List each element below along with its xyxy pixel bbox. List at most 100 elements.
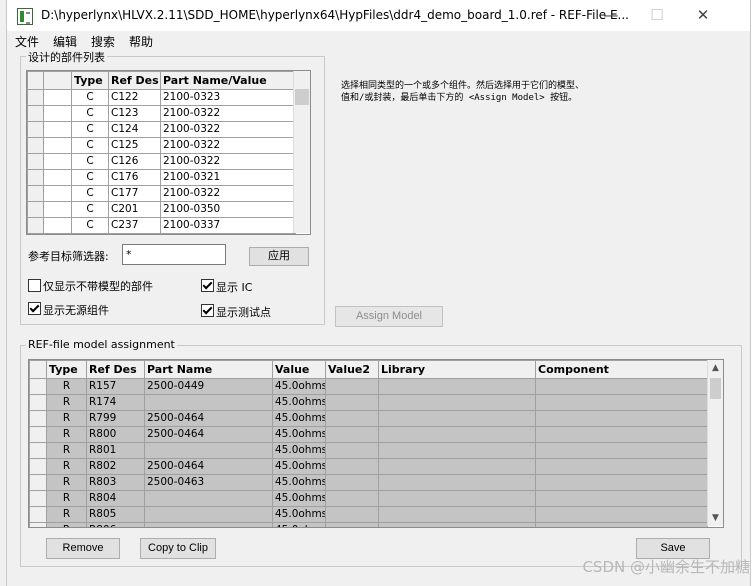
assignment-table-row[interactable]: R R803 2500-0463 45.0ohms [29,474,708,491]
row-header[interactable] [27,153,44,170]
cell-partname[interactable]: 2100-0322 [160,185,296,202]
assignment-table-row[interactable]: RR806 45.0ohms [29,522,708,527]
assign-cell-refdes[interactable]: R799 [86,410,145,427]
assign-cell-value2[interactable] [325,458,379,475]
row-header[interactable] [27,137,44,154]
assignment-table-row[interactable]: R R804 45.0ohms [29,490,708,507]
assign-cell-value[interactable]: 45.0ohms [272,458,326,475]
cell-type[interactable]: C [71,201,109,218]
parts-table-row[interactable]: C C176 2100-0321 [27,169,296,186]
assign-cell-library[interactable] [378,506,536,523]
assign-cell-partname[interactable]: 2500-0464 [144,458,273,475]
assign-cell-component[interactable] [535,378,708,395]
parts-table-row[interactable]: C C177 2100-0322 [27,185,296,202]
assign-cell-type[interactable]: R [46,474,87,491]
assign-cell-value[interactable]: 45.0ohms [272,410,326,427]
assign-cell-type[interactable]: R [46,410,87,427]
row-header[interactable] [29,506,47,523]
cell-type[interactable]: C [71,217,109,234]
cell-refdes[interactable]: C126 [108,153,161,170]
parts-table-row[interactable]: C C123 2100-0322 [27,105,296,122]
assign-cell-component[interactable] [535,410,708,427]
assignment-vertical-scrollbar[interactable]: ▲ ▼ [707,360,723,526]
assign-cell-refdes[interactable]: R805 [86,506,145,523]
cell-refdes[interactable]: C125 [108,137,161,154]
assignment-table-row[interactable]: R R801 45.0ohms [29,442,708,459]
assign-cell-value2[interactable] [325,474,379,491]
assign-cell-type[interactable]: R [46,442,87,459]
row-header[interactable] [27,169,44,186]
assign-cell-refdes[interactable]: R174 [86,394,145,411]
parts-table-row[interactable]: C C122 2100-0323 [27,89,296,106]
cell-refdes[interactable]: C176 [108,169,161,186]
row-blank-cell[interactable] [43,185,72,202]
title-bar[interactable]: D:\hyperlynx\HLVX.2.11\SDD_HOME\hyperlyn… [7,0,750,31]
assign-cell-partname[interactable] [144,442,273,459]
assign-cell-value2[interactable] [325,490,379,507]
assign-cell-value2[interactable] [325,410,379,427]
menu-help[interactable]: 帮助 [129,33,153,50]
assign-cell-partname[interactable] [144,522,273,527]
assignment-table-row[interactable]: R R799 2500-0464 45.0ohms [29,410,708,427]
assign-cell-value2[interactable] [325,522,379,527]
cell-partname[interactable]: 2100-0350 [160,201,296,218]
cell-type[interactable]: C [71,121,109,138]
cell-partname[interactable]: 2100-0322 [160,121,296,138]
cell-type[interactable]: C [71,137,109,154]
parts-table-row[interactable]: C C125 2100-0322 [27,137,296,154]
assignment-scroll-thumb[interactable] [710,378,721,399]
assign-cell-library[interactable] [378,490,536,507]
assign-col-component[interactable]: Component [535,360,708,379]
assign-cell-partname[interactable]: 2500-0449 [144,378,273,395]
ref-filter-input[interactable]: * [122,244,226,265]
cell-partname[interactable]: 2100-0322 [160,153,296,170]
scroll-down-arrow-icon[interactable]: ▼ [708,513,723,523]
parts-vertical-scrollbar[interactable] [293,71,310,233]
parts-scroll-thumb[interactable] [295,89,309,105]
row-blank-cell[interactable] [43,89,72,106]
cell-partname[interactable]: 2100-0322 [160,105,296,122]
cell-partname[interactable]: 2100-0321 [160,169,296,186]
cell-refdes[interactable]: C124 [108,121,161,138]
assign-cell-type[interactable]: R [46,522,87,527]
assign-cell-library[interactable] [378,378,536,395]
assign-cell-value[interactable]: 45.0ohms [272,506,326,523]
row-header[interactable] [27,185,44,202]
assign-cell-value[interactable]: 45.0ohms [272,474,326,491]
assign-cell-component[interactable] [535,522,708,527]
assign-cell-component[interactable] [535,394,708,411]
row-blank-cell[interactable] [43,169,72,186]
assign-cell-partname[interactable] [144,490,273,507]
cell-type[interactable]: C [71,89,109,106]
row-header[interactable] [27,121,44,138]
cell-partname[interactable]: 2100-0323 [160,89,296,106]
assign-col-type[interactable]: Type [46,360,87,379]
assign-cell-component[interactable] [535,426,708,443]
show-no-model-checkbox[interactable] [28,279,41,292]
row-blank-cell[interactable] [43,121,72,138]
minimize-button[interactable]: — [588,0,634,31]
cell-type[interactable]: C [71,185,109,202]
assign-cell-component[interactable] [535,474,708,491]
apply-button[interactable]: 应用 [249,247,309,266]
close-button[interactable]: ✕ [680,0,726,31]
row-header[interactable] [29,522,47,527]
assignment-table-row[interactable]: R R157 2500-0449 45.0ohms [29,378,708,395]
row-header[interactable] [29,394,47,411]
cell-partname[interactable]: 2100-0322 [160,137,296,154]
row-header[interactable] [29,426,47,443]
assign-cell-value[interactable]: 45.0ohms [272,442,326,459]
cell-type[interactable]: C [71,105,109,122]
assign-cell-partname[interactable]: 2500-0464 [144,426,273,443]
assign-cell-partname[interactable]: 2500-0464 [144,410,273,427]
assignment-table-row[interactable]: R R805 45.0ohms [29,506,708,523]
assign-cell-library[interactable] [378,394,536,411]
assign-cell-type[interactable]: R [46,378,87,395]
parts-table-row[interactable]: C C124 2100-0322 [27,121,296,138]
menu-search[interactable]: 搜索 [91,33,115,50]
row-header[interactable] [27,89,44,106]
assign-cell-library[interactable] [378,426,536,443]
assign-cell-type[interactable]: R [46,490,87,507]
assign-cell-value2[interactable] [325,442,379,459]
assign-cell-value2[interactable] [325,506,379,523]
